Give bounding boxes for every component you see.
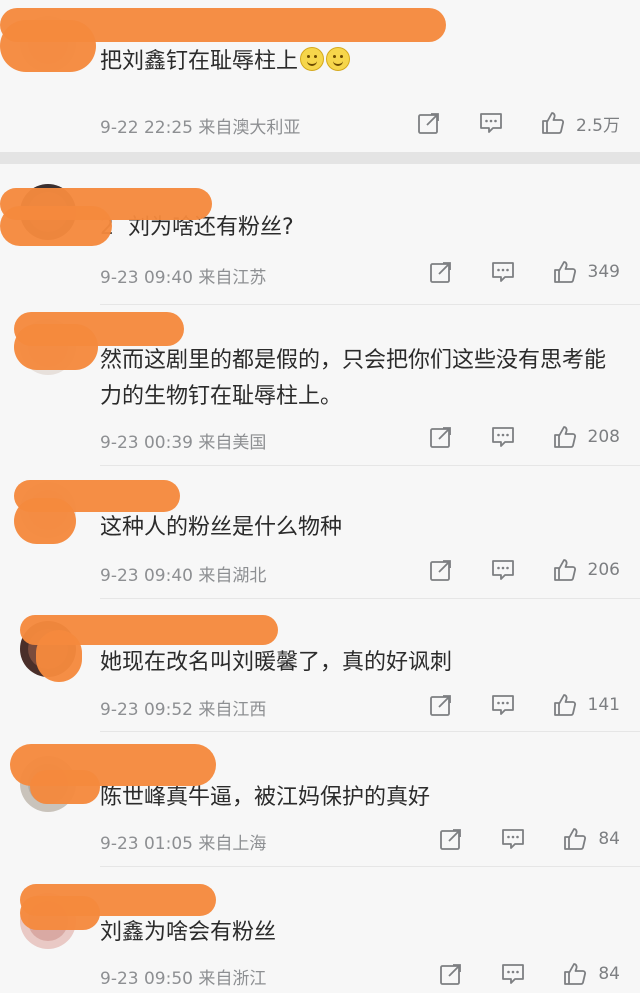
thumbs-up-icon[interactable]: [540, 110, 566, 136]
comment-location: 来自湖北: [198, 566, 267, 586]
redaction-mark: [0, 20, 96, 72]
redaction-mark: [20, 896, 100, 930]
thumbs-up-icon[interactable]: [562, 826, 588, 852]
like-count: 84: [598, 964, 620, 984]
like-count: 206: [587, 560, 620, 580]
share-icon[interactable]: [438, 961, 464, 987]
comment-meta: 9-22 22:25 来自澳大利亚: [100, 113, 300, 138]
comment-actions: 2.5万: [416, 110, 620, 136]
comment-actions: 84: [438, 826, 620, 852]
redaction-mark: [14, 324, 98, 370]
comment-date: 9-23 09:52: [100, 700, 193, 720]
share-icon[interactable]: [416, 110, 442, 136]
comment-date: 9-22 22:25: [100, 118, 193, 138]
comment-location: 来自上海: [198, 834, 267, 854]
redaction-mark: [14, 498, 76, 544]
comment-text: 这种人的粉丝是什么物种: [100, 510, 612, 546]
comment-location: 来自浙江: [198, 969, 267, 989]
comment-text: 把刘鑫钉在耻辱柱上: [100, 44, 612, 80]
share-icon[interactable]: [428, 424, 454, 450]
comment-text: 然而这剧里的都是假的，只会把你们这些没有思考能力的生物钉在耻辱柱上。: [100, 343, 610, 415]
like-count: 349: [587, 262, 620, 282]
comment-meta: 9-23 09:40 来自湖北: [100, 561, 266, 586]
comment-meta: 9-23 09:40 来自江苏: [100, 263, 266, 288]
like-count: 141: [587, 695, 620, 715]
smile-emoji-icon: [300, 47, 325, 71]
comment-date: 9-23 00:39: [100, 433, 193, 453]
comment-meta: 9-23 01:05 来自上海: [100, 829, 266, 854]
comment-text-content: 把刘鑫钉在耻辱柱上: [100, 49, 299, 74]
comment-icon[interactable]: [500, 961, 526, 987]
comment-icon[interactable]: [500, 826, 526, 852]
section-divider: [0, 152, 640, 164]
comment-date: 9-23 09:40: [100, 268, 193, 288]
comment-icon[interactable]: [490, 424, 516, 450]
thumbs-up-icon[interactable]: [552, 557, 578, 583]
comment-meta: 9-23 09:50 来自浙江: [100, 964, 266, 989]
smile-emoji-icon: [326, 47, 351, 71]
like-count: 84: [598, 829, 620, 849]
comment-location: 来自江西: [198, 700, 267, 720]
share-icon[interactable]: [428, 557, 454, 583]
comment-text-content: 然而这剧里的都是假的，只会把你们这些没有思考能力的生物钉在耻辱柱上。: [100, 348, 607, 409]
share-icon[interactable]: [428, 259, 454, 285]
comment-actions: 84: [438, 961, 620, 987]
comment-icon[interactable]: [490, 259, 516, 285]
redaction-mark: [36, 630, 82, 682]
comment-actions: 141: [428, 692, 620, 718]
comment-text-content: 陈世峰真牛逼，被江妈保护的真好: [100, 785, 431, 810]
comment-text: 她现在改名叫刘暖馨了，真的好讽刺: [100, 645, 612, 681]
thumbs-up-icon[interactable]: [552, 424, 578, 450]
redaction-mark: [30, 770, 100, 804]
comment-actions: 206: [428, 557, 620, 583]
thumbs-up-icon[interactable]: [552, 259, 578, 285]
comment-actions: 349: [428, 259, 620, 285]
comment-location: 来自澳大利亚: [198, 118, 301, 138]
thumbs-up-icon[interactable]: [552, 692, 578, 718]
comment-date: 9-23 01:05: [100, 834, 193, 854]
redaction-mark: [0, 206, 112, 246]
comment-icon[interactable]: [490, 557, 516, 583]
comment-actions: 208: [428, 424, 620, 450]
comment-text-content: 她现在改名叫刘暖馨了，真的好讽刺: [100, 650, 453, 675]
comment-text-content: 这种人的粉丝是什么物种: [100, 515, 343, 540]
like-count: 208: [587, 427, 620, 447]
comment-text-content: 刘鑫为啥会有粉丝: [100, 920, 277, 945]
comment-location: 来自江苏: [198, 268, 267, 288]
thumbs-up-icon[interactable]: [562, 961, 588, 987]
like-count: 2.5万: [575, 115, 620, 136]
comment-icon[interactable]: [478, 110, 504, 136]
comment-meta: 9-23 00:39 来自美国: [100, 428, 266, 453]
share-icon[interactable]: [428, 692, 454, 718]
comment-text: 刘鑫为啥会有粉丝: [100, 915, 612, 951]
comment-date: 9-23 09:50: [100, 969, 193, 989]
share-icon[interactable]: [438, 826, 464, 852]
comment-icon[interactable]: [490, 692, 516, 718]
comment-date: 9-23 09:40: [100, 566, 193, 586]
comment-meta: 9-23 09:52 来自江西: [100, 695, 266, 720]
comment-location: 来自美国: [198, 433, 267, 453]
